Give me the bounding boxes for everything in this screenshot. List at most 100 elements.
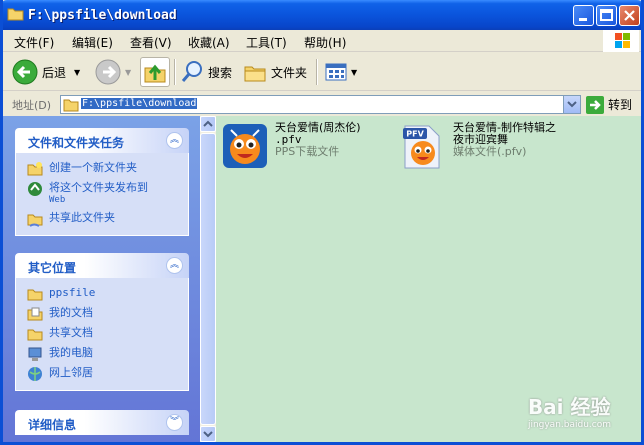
other-places-body: ppsfile 我的文档 共享文档 我的电脑 网上邻居 [15, 278, 189, 391]
up-folder-icon [144, 64, 166, 83]
folders-button[interactable]: 文件夹 [243, 57, 307, 87]
chevron-up-icon [203, 120, 213, 127]
forward-arrow-icon [95, 59, 121, 85]
search-icon [181, 61, 202, 82]
place-my-computer[interactable]: 我的电脑 [16, 344, 188, 364]
forward-button[interactable]: ▼ [95, 57, 131, 87]
place-ppsfile[interactable]: ppsfile [16, 284, 188, 304]
task-pane-scrollbar[interactable] [200, 116, 216, 442]
share-folder-icon [27, 214, 43, 227]
file-tasks-panel: 文件和文件夹任务 ︽ 创建一个新文件夹 将这个文件夹发布到 Web 共享此文件夹 [15, 128, 189, 236]
place-shared-documents[interactable]: 共享文档 [16, 324, 188, 344]
menu-bar: 文件(F) 编辑(E) 查看(V) 收藏(A) 工具(T) 帮助(H) [3, 30, 641, 52]
address-input[interactable]: F:\ppsfile\download [60, 95, 581, 114]
maximize-button[interactable] [596, 5, 617, 26]
media-file-icon: PFV [403, 125, 440, 169]
minimize-icon [579, 18, 587, 21]
folder-icon [63, 99, 79, 112]
other-places-title: 其它位置 [28, 261, 77, 275]
task-new-folder[interactable]: 创建一个新文件夹 [16, 159, 188, 179]
place-label: 网上邻居 [49, 366, 93, 379]
menu-file[interactable]: 文件(F) [14, 34, 54, 51]
file-list-area[interactable]: 天台爱情(周杰伦) .pfv PPS下载文件 PFV 天台爱情-制作特辑之 夜市… [216, 116, 641, 442]
documents-icon [27, 307, 43, 321]
folder-icon [27, 289, 43, 301]
toolbar: 后退 ▼ ▼ 搜索 文件夹 ▼ [3, 53, 641, 91]
toolbar-separator [174, 59, 175, 85]
go-label: 转到 [608, 98, 633, 112]
file-meta: 天台爱情-制作特辑之 夜市迎宾舞 媒体文件(.pfv) [453, 122, 556, 170]
menu-view[interactable]: 查看(V) [130, 34, 172, 51]
menu-help[interactable]: 帮助(H) [304, 34, 346, 51]
file-type: PPS下载文件 [275, 145, 340, 158]
address-value[interactable]: F:\ppsfile\download [81, 98, 198, 109]
task-label: 将这个文件夹发布到 [49, 181, 148, 194]
network-icon [28, 367, 42, 381]
collapse-icon[interactable]: ︽ [166, 132, 183, 149]
menu-tools[interactable]: 工具(T) [246, 34, 287, 51]
task-label: 创建一个新文件夹 [49, 161, 137, 174]
place-label: ppsfile [49, 286, 96, 299]
window-title: F:\ppsfile\download [28, 8, 177, 23]
folder-icon [7, 8, 24, 21]
explorer-window: F:\ppsfile\download 文件(F) 编辑(E) 查看(V) 收藏… [0, 0, 644, 445]
views-button[interactable]: ▼ [324, 57, 357, 87]
folders-icon [244, 66, 266, 82]
expand-icon[interactable]: ︾ [166, 414, 183, 431]
place-my-documents[interactable]: 我的文档 [16, 304, 188, 324]
forward-dropdown-icon[interactable]: ▼ [125, 68, 131, 77]
back-label: 后退 [42, 65, 67, 80]
scroll-up-button[interactable] [200, 116, 216, 132]
menu-favorites[interactable]: 收藏(A) [188, 34, 230, 51]
views-dropdown-icon[interactable]: ▼ [351, 68, 357, 77]
file-tasks-title: 文件和文件夹任务 [28, 136, 125, 150]
address-dropdown-button[interactable] [563, 96, 580, 113]
title-bar[interactable]: F:\ppsfile\download [3, 0, 641, 30]
go-button[interactable]: 转到 [586, 95, 638, 114]
chevron-down-icon [567, 101, 577, 108]
go-arrow-icon [586, 95, 604, 114]
file-tasks-header[interactable]: 文件和文件夹任务 ︽ [15, 128, 189, 153]
place-network[interactable]: 网上邻居 [16, 364, 188, 384]
close-icon [624, 10, 635, 21]
toolbar-separator [316, 59, 317, 85]
task-label: 共享此文件夹 [49, 211, 115, 224]
collapse-icon[interactable]: ︽ [166, 257, 183, 274]
minimize-button[interactable] [573, 5, 594, 26]
scroll-down-button[interactable] [200, 426, 216, 442]
details-title: 详细信息 [28, 418, 77, 432]
address-label: 地址(D) [12, 99, 52, 112]
task-publish-web[interactable]: 将这个文件夹发布到 Web [16, 179, 188, 209]
other-places-header[interactable]: 其它位置 ︽ [15, 253, 189, 278]
close-button[interactable] [619, 5, 640, 26]
watermark-text: Bai 经验 [527, 395, 611, 419]
task-sublabel: Web [49, 195, 66, 205]
task-pane: 文件和文件夹任务 ︽ 创建一个新文件夹 将这个文件夹发布到Web 共享此文件夹 [3, 116, 200, 442]
task-share-folder[interactable]: 共享此文件夹 [16, 209, 188, 229]
up-folder-button[interactable] [140, 57, 170, 87]
publish-web-icon [28, 182, 42, 196]
details-panel: 详细信息 ︾ [15, 410, 189, 435]
search-label: 搜索 [208, 65, 233, 80]
watermark-url: jingyan.baidu.com [527, 420, 611, 430]
address-bar: 地址(D) F:\ppsfile\download 转到 [3, 92, 641, 116]
file-item[interactable]: PFV 天台爱情-制作特辑之 夜市迎宾舞 媒体文件(.pfv) [399, 122, 556, 170]
views-icon [325, 63, 347, 81]
other-places-panel: 其它位置 ︽ ppsfile 我的文档 共享文档 我的电脑 网上邻居 [15, 253, 189, 391]
menu-edit[interactable]: 编辑(E) [72, 34, 113, 51]
pps-download-file-icon [223, 124, 267, 168]
details-header[interactable]: 详细信息 ︾ [15, 410, 189, 435]
svg-text:PFV: PFV [406, 130, 424, 139]
baidu-jingyan-watermark: Bai 经验 jingyan.baidu.com [528, 391, 611, 430]
place-label: 我的文档 [49, 306, 93, 319]
windows-logo-icon [603, 30, 639, 52]
back-dropdown-icon[interactable]: ▼ [74, 68, 80, 77]
search-button[interactable]: 搜索 [180, 57, 232, 87]
file-tasks-body: 创建一个新文件夹 将这个文件夹发布到 Web 共享此文件夹 [15, 153, 189, 236]
back-button[interactable]: 后退 ▼ [12, 57, 80, 87]
file-type: 媒体文件(.pfv) [453, 145, 527, 158]
place-label: 我的电脑 [49, 346, 93, 359]
scroll-thumb[interactable] [200, 133, 216, 425]
file-item[interactable]: 天台爱情(周杰伦) .pfv PPS下载文件 [221, 122, 361, 170]
shared-documents-icon [27, 329, 43, 341]
